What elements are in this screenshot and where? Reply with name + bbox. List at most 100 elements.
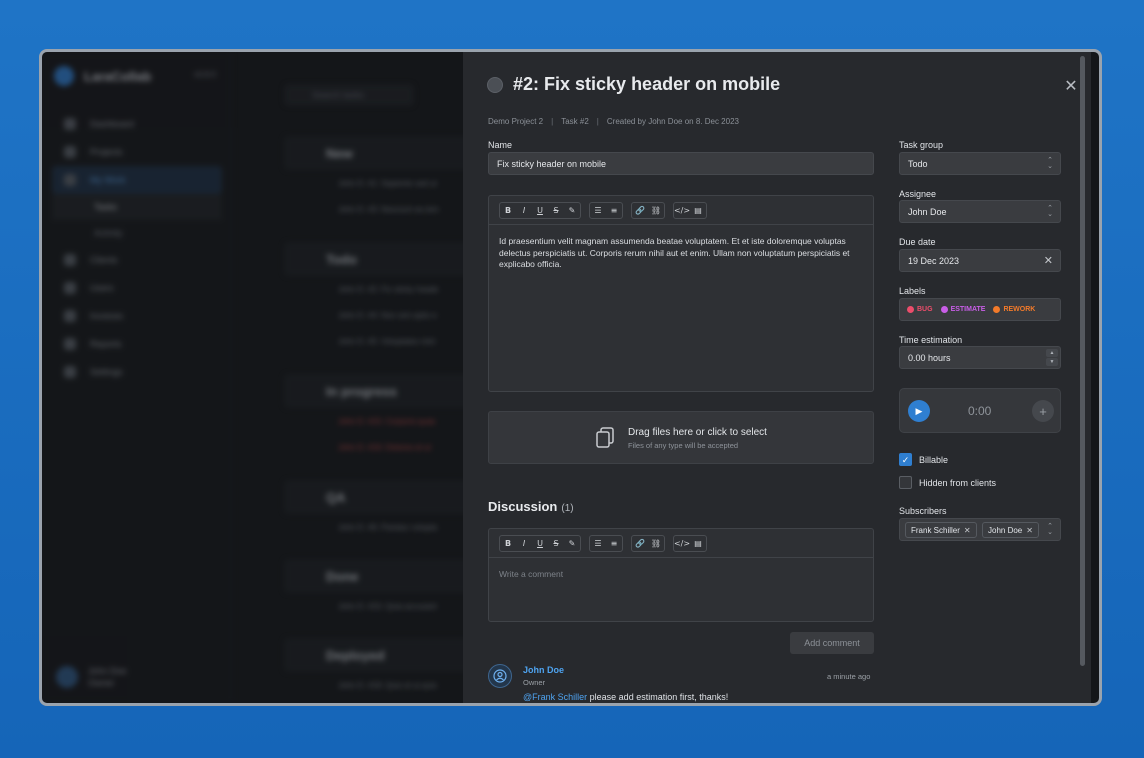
dropzone-subtitle: Files of any type will be accepted	[628, 441, 739, 450]
nav-icon	[64, 146, 76, 158]
discussion-title: Discussion	[488, 499, 558, 514]
increment-icon[interactable]: ▲	[1046, 349, 1058, 357]
bold-button[interactable]: B	[500, 536, 516, 551]
underline-button[interactable]: U	[532, 203, 548, 218]
task-group-select[interactable]: Todo ⌃ ⌄	[899, 152, 1061, 175]
decrement-icon[interactable]: ▼	[1046, 358, 1058, 366]
code-block-icon[interactable]: ▤	[690, 203, 706, 218]
timer-value: 0:00	[968, 404, 992, 418]
nav-icon	[64, 338, 76, 350]
bg-nav-label: Tasks	[94, 202, 118, 212]
due-date-input[interactable]: 19 Dec 2023 ✕	[899, 249, 1061, 272]
bg-nav-label: My Work	[90, 175, 126, 185]
meta-project[interactable]: Demo Project 2	[488, 117, 543, 126]
labels-select[interactable]: BUG ESTIMATE REWORK	[899, 298, 1061, 321]
italic-button[interactable]: I	[516, 203, 532, 218]
add-comment-button[interactable]: Add comment	[790, 632, 874, 654]
bullet-list-icon[interactable]: ☰	[590, 203, 606, 218]
nav-icon	[64, 282, 76, 294]
ordered-list-icon[interactable]: ≡	[606, 203, 622, 218]
label-dot-icon	[993, 306, 1001, 313]
assignee-select[interactable]: John Doe ⌃ ⌄	[899, 200, 1061, 223]
italic-button[interactable]: I	[516, 536, 532, 551]
bullet-list-icon[interactable]: ☰	[590, 536, 606, 551]
label-dot-icon	[907, 306, 914, 313]
time-estimation-value: 0.00 hours	[908, 353, 951, 363]
bg-search-input: Search tasks	[284, 84, 414, 106]
unlink-icon[interactable]: ⛓	[648, 203, 664, 218]
comment-text: please add estimation first, thanks!	[587, 692, 729, 702]
label-tag: BUG	[907, 306, 933, 313]
underline-button[interactable]: U	[532, 536, 548, 551]
complete-toggle-icon[interactable]	[487, 76, 503, 93]
avatar	[56, 666, 78, 688]
play-icon[interactable]: ▶	[908, 400, 930, 422]
comment-toolbar: B I U S ✎ ☰ ≡ 🔗 ⛓ </> ▤	[489, 529, 873, 558]
highlight-icon[interactable]: ✎	[564, 203, 580, 218]
label-tag: ESTIMATE	[940, 306, 986, 313]
strike-button[interactable]: S	[548, 536, 564, 551]
bold-button[interactable]: B	[500, 203, 516, 218]
assignee-label: Assignee	[899, 189, 937, 199]
add-time-icon[interactable]: +	[1032, 400, 1054, 422]
meta-task-ref: Task #2	[561, 117, 589, 126]
bg-nav-item: Users	[52, 274, 222, 302]
link-icon[interactable]: 🔗	[632, 203, 648, 218]
bg-nav-label: Dashboard	[90, 119, 135, 129]
dropzone-title: Drag files here or click to select	[628, 427, 767, 438]
subscribers-label: Subscribers	[899, 506, 947, 516]
highlight-icon[interactable]: ✎	[564, 536, 580, 551]
link-icon[interactable]: 🔗	[632, 536, 648, 551]
user-avatar-icon	[488, 664, 512, 688]
label-name: ESTIMATE	[950, 306, 986, 313]
bg-nav-item: My Work	[52, 166, 222, 194]
subscriber-chip: Frank Schiller ✕	[905, 522, 977, 538]
bg-nav-label: Projects	[90, 147, 123, 157]
bg-nav-item: Invoices	[52, 302, 222, 330]
comment-time: a minute ago	[827, 672, 871, 681]
ordered-list-icon[interactable]: ≡	[606, 536, 622, 551]
bg-user: John Doe Owner	[56, 665, 127, 689]
file-dropzone[interactable]: Drag files here or click to select Files…	[488, 411, 874, 464]
label-name: REWORK	[1003, 306, 1036, 313]
discussion-count: (1)	[561, 503, 574, 514]
hidden-from-clients-checkbox[interactable]	[899, 476, 912, 489]
app-window: LaraCollab v0.8.0 Dashboard Projects My Wo…	[39, 49, 1102, 706]
name-input[interactable]: Fix sticky header on mobile	[488, 152, 874, 175]
clear-date-icon[interactable]: ✕	[1044, 254, 1053, 267]
number-spinner[interactable]: ▲ ▼	[1046, 349, 1058, 366]
code-icon[interactable]: </>	[674, 203, 690, 218]
bg-nav-item: Clients	[52, 246, 222, 274]
code-block-icon[interactable]: ▤	[690, 536, 706, 551]
time-estimation-input[interactable]: 0.00 hours ▲ ▼	[899, 346, 1061, 369]
code-icon[interactable]: </>	[674, 536, 690, 551]
task-panel: #2: Fix sticky header on mobile ✕ Demo P…	[463, 52, 1091, 703]
due-date-label: Due date	[899, 237, 936, 247]
files-icon	[596, 427, 614, 449]
bg-user-name: John Doe	[88, 666, 127, 676]
subscriber-chip: John Doe ✕	[982, 522, 1039, 538]
bg-brand: LaraCollab	[84, 68, 152, 84]
comment-input[interactable]: Write a comment	[489, 558, 873, 592]
billable-checkbox[interactable]: ✓	[899, 453, 912, 466]
description-text[interactable]: Id praesentium velit magnam assumenda be…	[489, 225, 873, 282]
bg-nav-label: Invoices	[90, 311, 124, 321]
hidden-from-clients-label: Hidden from clients	[919, 478, 997, 488]
comment-author[interactable]: John Doe	[523, 665, 564, 675]
remove-icon[interactable]: ✕	[1026, 526, 1033, 535]
remove-icon[interactable]: ✕	[964, 526, 971, 535]
bg-nav-label: Reports	[90, 339, 122, 349]
label-dot-icon	[940, 306, 948, 313]
task-group-value: Todo	[908, 159, 928, 169]
description-editor: B I U S ✎ ☰ ≡ 🔗 ⛓ </> ▤ Id praesentium v…	[488, 195, 874, 392]
title-row: #2: Fix sticky header on mobile	[487, 74, 780, 95]
close-icon[interactable]: ✕	[1063, 79, 1079, 95]
assignee-value: John Doe	[908, 207, 947, 217]
scrollbar[interactable]	[1080, 56, 1085, 666]
unlink-icon[interactable]: ⛓	[648, 536, 664, 551]
nav-icon	[64, 310, 76, 322]
comment-mention[interactable]: @Frank Schiller	[523, 692, 587, 702]
strike-button[interactable]: S	[548, 203, 564, 218]
bg-version: v0.8.0	[194, 70, 216, 79]
subscribers-select[interactable]: Frank Schiller ✕ John Doe ✕ ⌃ ⌄	[899, 518, 1061, 541]
